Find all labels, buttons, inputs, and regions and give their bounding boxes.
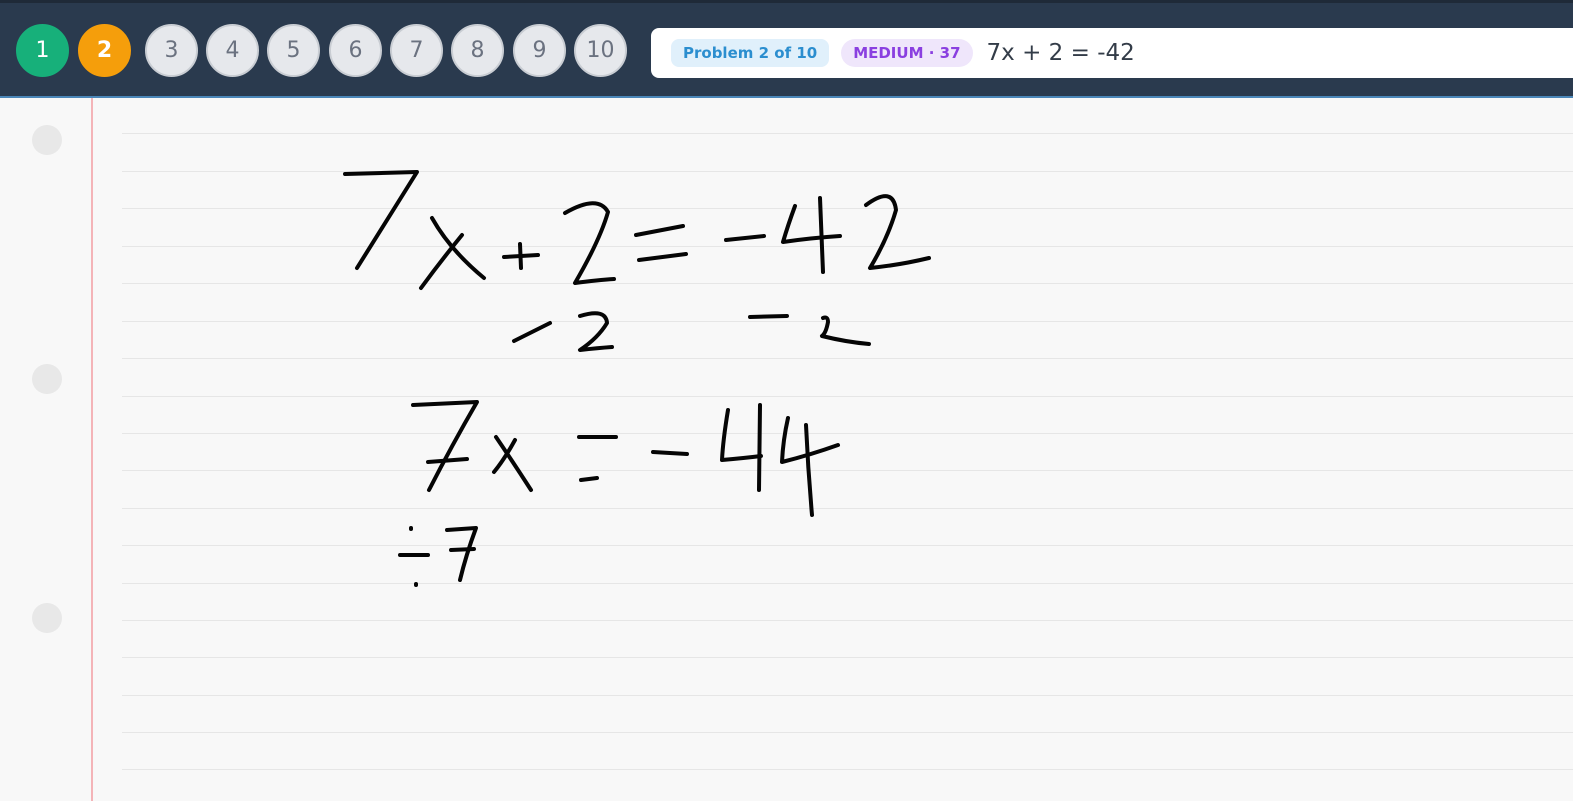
ink-stroke — [518, 242, 523, 270]
ink-stroke — [411, 400, 479, 492]
ink-stroke — [492, 438, 517, 474]
ink-stroke — [781, 204, 842, 244]
ink-stroke — [818, 196, 825, 274]
ink-stroke — [634, 224, 685, 237]
ink-stroke — [343, 170, 419, 270]
ink-stroke — [651, 450, 689, 456]
ink-stroke — [579, 476, 599, 482]
ink-stroke — [512, 321, 552, 343]
ink-stroke — [419, 233, 464, 290]
ink-stroke — [445, 526, 478, 582]
ink-stroke — [804, 423, 814, 517]
ink-stroke — [449, 547, 476, 552]
ink-stroke — [430, 216, 486, 280]
ink-stroke — [724, 234, 766, 242]
ink-stroke — [757, 403, 762, 492]
ink-stroke — [637, 252, 688, 262]
ink-stroke — [780, 416, 840, 464]
ink-stroke — [720, 408, 763, 462]
handwriting-layer — [343, 170, 931, 587]
ink-stroke — [426, 457, 469, 464]
ink-stroke — [864, 194, 931, 270]
ink-stroke — [748, 314, 789, 319]
ink-stroke — [563, 201, 616, 285]
ink-stroke — [578, 311, 614, 352]
ink-stroke — [820, 315, 871, 346]
